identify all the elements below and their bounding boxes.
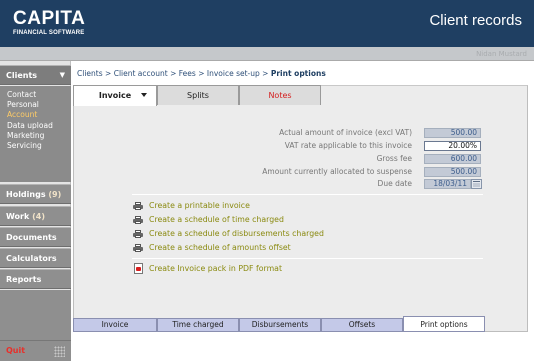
sidebar-item-documents[interactable]: Documents (0, 227, 71, 247)
printer-icon (133, 230, 143, 238)
vat-rate-input[interactable]: 20.00% (424, 141, 481, 151)
sidebar-item-label: Clients (6, 71, 38, 80)
logo-main-text: CAPITA (13, 8, 86, 29)
bottom-tabs: Invoice Time charged Disbursements Offse… (73, 316, 528, 332)
link-label: Create a printable invoice (149, 201, 250, 210)
link-label: Create a schedule of time charged (149, 215, 284, 224)
bottom-tab-offsets[interactable]: Offsets (321, 318, 403, 332)
tab-label: Invoice (98, 91, 132, 100)
logo-sub-text: FINANCIAL SOFTWARE (13, 30, 85, 36)
sidebar-subitem-account[interactable]: Account (0, 110, 71, 120)
divider (132, 258, 483, 259)
chevron-down-icon[interactable]: ▼ (60, 66, 65, 85)
due-date-field[interactable]: 18/03/11 (424, 179, 471, 189)
gross-fee-value: 600.00 (424, 154, 481, 164)
calendar-icon[interactable] (471, 179, 482, 189)
sidebar-spacer (0, 290, 71, 341)
sidebar-item-holdings[interactable]: Holdings (9) (0, 184, 71, 204)
bottom-tab-print-options[interactable]: Print options (403, 316, 485, 332)
sidebar-item-label: Holdings (6, 190, 46, 199)
sidebar-subitem-servicing[interactable]: Servicing (0, 141, 71, 151)
tab-notes[interactable]: Notes (239, 85, 321, 105)
sidebar-item-clients[interactable]: Clients ▼ (0, 65, 71, 85)
divider (132, 194, 483, 195)
breadcrumb-link-clients[interactable]: Clients (77, 69, 103, 78)
sidebar-item-label: Reports (6, 275, 42, 284)
dropdown-caret-icon[interactable] (141, 93, 147, 97)
capita-logo: CAPITA FINANCIAL SOFTWARE (13, 9, 85, 37)
sidebar-subitem-marketing[interactable]: Marketing (0, 131, 71, 141)
holdings-count: (9) (48, 190, 62, 199)
sidebar-subitem-personal[interactable]: Personal (0, 100, 71, 110)
actual-amount-label: Actual amount of invoice (excl VAT) (279, 128, 412, 137)
quit-button[interactable]: Quit (6, 346, 25, 355)
gross-fee-label: Gross fee (376, 154, 412, 163)
vat-rate-label: VAT rate applicable to this invoice (284, 141, 412, 150)
breadcrumb-link-fees[interactable]: Fees (179, 69, 196, 78)
breadcrumb-link-invoice-setup[interactable]: Invoice set-up (207, 69, 260, 78)
sidebar-clients-submenu: Contact Personal Account Data upload Mar… (0, 86, 71, 182)
sidebar-item-label: Calculators (6, 254, 57, 263)
printer-icon (133, 244, 143, 252)
sidebar-item-work[interactable]: Work (4) (0, 206, 71, 226)
sidebar-item-reports[interactable]: Reports (0, 269, 71, 289)
work-count: (4) (32, 212, 45, 221)
app-title: Client records (429, 12, 522, 29)
suspense-amount-value: 500.00 (424, 167, 481, 177)
sidebar-subitem-contact[interactable]: Contact (0, 90, 71, 100)
tab-splits[interactable]: Splits (157, 85, 239, 105)
sidebar-subitem-data-upload[interactable]: Data upload (0, 121, 71, 131)
bottom-tab-time-charged[interactable]: Time charged (157, 318, 239, 332)
invoice-form: Actual amount of invoice (excl VAT) 500.… (73, 105, 528, 317)
resize-grip-icon[interactable] (54, 346, 65, 357)
quit-bar: Quit (0, 340, 71, 361)
link-label: Create a schedule of amounts offset (149, 243, 291, 252)
user-bar: Nidan Mustard (0, 47, 534, 61)
breadcrumb-separator: > (262, 69, 269, 78)
bottom-tab-invoice[interactable]: Invoice (73, 318, 157, 332)
breadcrumb-separator: > (170, 69, 177, 78)
link-label: Create a schedule of disbursements charg… (149, 229, 324, 238)
sidebar-item-calculators[interactable]: Calculators (0, 248, 71, 268)
bottom-tab-disbursements[interactable]: Disbursements (239, 318, 321, 332)
link-label: Create Invoice pack in PDF format (149, 264, 283, 273)
due-date-label: Due date (377, 179, 412, 188)
printer-icon (133, 202, 143, 210)
breadcrumb-current: Print options (270, 69, 326, 78)
tab-invoice[interactable]: Invoice (73, 85, 157, 106)
actual-amount-value: 500.00 (424, 128, 481, 138)
app-header: CAPITA FINANCIAL SOFTWARE Client records (0, 0, 534, 47)
sidebar-item-label: Documents (6, 233, 57, 242)
suspense-amount-label: Amount currently allocated to suspense (262, 167, 412, 176)
sidebar-item-label: Work (6, 212, 30, 221)
breadcrumb-link-client-account[interactable]: Client account (114, 69, 168, 78)
printer-icon (133, 216, 143, 224)
pdf-icon (134, 263, 143, 274)
sidebar: Clients ▼ Contact Personal Account Data … (0, 61, 71, 361)
breadcrumb: Clients > Client account > Fees > Invoic… (77, 69, 326, 78)
breadcrumb-separator: > (105, 69, 112, 78)
breadcrumb-separator: > (198, 69, 205, 78)
user-name: Nidan Mustard (476, 50, 527, 58)
